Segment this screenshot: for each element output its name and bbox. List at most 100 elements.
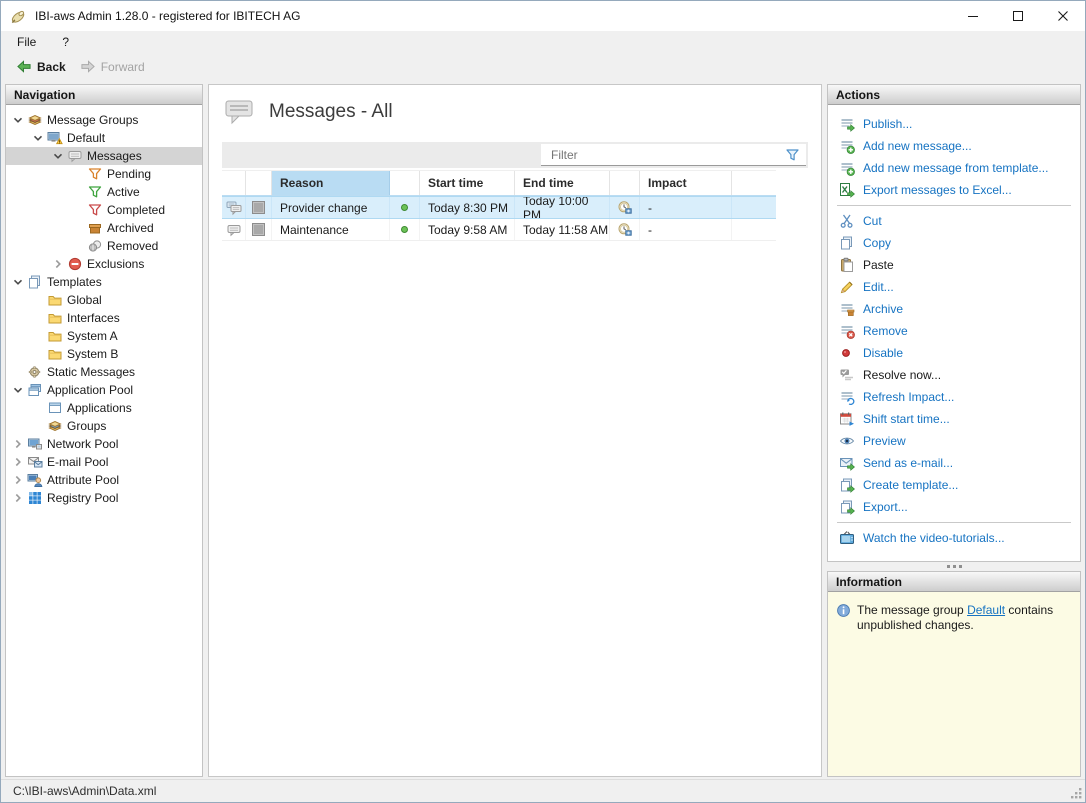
- column-header-start-time[interactable]: Start time: [420, 171, 515, 195]
- messages-table: Reason Start timeEnd time Impact Provider …: [222, 170, 776, 241]
- tree-item-attribute-pool[interactable]: Attribute Pool: [6, 471, 202, 489]
- tree-item-applications[interactable]: Applications: [6, 399, 202, 417]
- action-label: Archive: [863, 302, 903, 316]
- action-preview[interactable]: Preview: [828, 430, 1080, 452]
- chevron-right-icon[interactable]: [10, 436, 26, 452]
- tree-item-groups[interactable]: Groups: [6, 417, 202, 435]
- action-watch-the-video-tutorials[interactable]: Watch the video-tutorials...: [828, 527, 1080, 549]
- menu-item-file[interactable]: File: [7, 33, 46, 51]
- clock-schedule-icon: [616, 222, 634, 238]
- action-label: Preview: [863, 434, 906, 448]
- minimize-button[interactable]: [950, 1, 995, 31]
- tree-item-system-b[interactable]: System B: [6, 345, 202, 363]
- export-excel-icon: [838, 182, 856, 198]
- tree-item-label: Templates: [44, 275, 102, 289]
- row-filler: [732, 197, 776, 218]
- status-cell: [390, 219, 420, 240]
- menu-item-help[interactable]: ?: [52, 33, 79, 51]
- tree-item-exclusions[interactable]: Exclusions: [6, 255, 202, 273]
- tree-item-message-groups[interactable]: Message Groups: [6, 111, 202, 129]
- tree-item-registry-pool[interactable]: Registry Pool: [6, 489, 202, 507]
- tree-item-templates[interactable]: Templates: [6, 273, 202, 291]
- action-disable[interactable]: Disable: [828, 342, 1080, 364]
- action-export-messages-to-excel[interactable]: Export messages to Excel...: [828, 179, 1080, 201]
- message-type-cell: [222, 197, 246, 218]
- back-button[interactable]: Back: [9, 57, 73, 76]
- column-header-impact[interactable]: Impact: [640, 171, 732, 195]
- tree-item-active[interactable]: Active: [6, 183, 202, 201]
- action-shift-start-time[interactable]: Shift start time...: [828, 408, 1080, 430]
- column-header-end-time[interactable]: End time: [515, 171, 610, 195]
- tree-item-removed[interactable]: Removed: [6, 237, 202, 255]
- tree-item-completed[interactable]: Completed: [6, 201, 202, 219]
- action-add-new-message-from-template[interactable]: Add new message from template...: [828, 157, 1080, 179]
- chevron-down-icon[interactable]: [50, 148, 66, 164]
- column-header-blank[interactable]: [222, 171, 246, 195]
- tree-item-label: Exclusions: [84, 257, 144, 271]
- back-label: Back: [37, 60, 66, 74]
- refresh-impact-icon: [838, 389, 856, 405]
- tree-item-default[interactable]: Default: [6, 129, 202, 147]
- tree-item-static-messages[interactable]: Static Messages: [6, 363, 202, 381]
- tree-item-system-a[interactable]: System A: [6, 327, 202, 345]
- tree-item-interfaces[interactable]: Interfaces: [6, 309, 202, 327]
- tree-item-archived[interactable]: Archived: [6, 219, 202, 237]
- tree-item-label: Registry Pool: [44, 491, 118, 505]
- actions-separator: [837, 522, 1071, 523]
- filter-funnel-icon[interactable]: [784, 147, 802, 163]
- close-button[interactable]: [1040, 1, 1085, 31]
- column-header-blank[interactable]: [246, 171, 272, 195]
- column-header-reason[interactable]: Reason: [272, 171, 390, 195]
- application-pool-icon: [26, 382, 44, 398]
- table-header-row: Reason Start timeEnd time Impact: [222, 170, 776, 196]
- chevron-right-icon[interactable]: [10, 472, 26, 488]
- tree-item-application-pool[interactable]: Application Pool: [6, 381, 202, 399]
- default-group-link[interactable]: Default: [967, 603, 1005, 617]
- action-refresh-impact[interactable]: Refresh Impact...: [828, 386, 1080, 408]
- column-header-blank[interactable]: [390, 171, 420, 195]
- filter-input[interactable]: [541, 145, 784, 165]
- chevron-right-icon[interactable]: [10, 454, 26, 470]
- exclusions-icon: [66, 256, 84, 272]
- action-remove[interactable]: Remove: [828, 320, 1080, 342]
- action-archive[interactable]: Archive: [828, 298, 1080, 320]
- column-header-blank[interactable]: [610, 171, 640, 195]
- chevron-right-icon[interactable]: [10, 490, 26, 506]
- action-add-new-message[interactable]: Add new message...: [828, 135, 1080, 157]
- action-label: Watch the video-tutorials...: [863, 531, 1005, 545]
- action-paste[interactable]: Paste: [828, 254, 1080, 276]
- maximize-button[interactable]: [995, 1, 1040, 31]
- chevron-down-icon[interactable]: [10, 112, 26, 128]
- tree-item-label: Active: [104, 185, 140, 199]
- color-square: [252, 223, 265, 236]
- tree-item-pending[interactable]: Pending: [6, 165, 202, 183]
- action-create-template[interactable]: Create template...: [828, 474, 1080, 496]
- chevron-down-icon[interactable]: [10, 274, 26, 290]
- resize-grip[interactable]: [1070, 787, 1083, 800]
- chevron-down-icon[interactable]: [30, 130, 46, 146]
- action-label: Disable: [863, 346, 903, 360]
- table-row-provider-change[interactable]: Provider changeToday 8:30 PMToday 10:00 …: [222, 196, 776, 219]
- tree-item-global[interactable]: Global: [6, 291, 202, 309]
- action-copy[interactable]: Copy: [828, 232, 1080, 254]
- action-cut[interactable]: Cut: [828, 210, 1080, 232]
- tree-item-label: Messages: [84, 149, 142, 163]
- table-row-maintenance[interactable]: MaintenanceToday 9:58 AMToday 11:58 AM-: [222, 219, 776, 241]
- action-send-as-e-mail[interactable]: Send as e-mail...: [828, 452, 1080, 474]
- message-groups-icon: [26, 112, 44, 128]
- tree-item-e-mail-pool[interactable]: E-mail Pool: [6, 453, 202, 471]
- action-edit[interactable]: Edit...: [828, 276, 1080, 298]
- folder-icon: [46, 310, 64, 326]
- titlebar: IBI-aws Admin 1.28.0 - registered for IB…: [1, 1, 1085, 31]
- action-export[interactable]: Export...: [828, 496, 1080, 518]
- panel-splitter-handle[interactable]: [827, 562, 1081, 571]
- start-time-cell: Today 8:30 PM: [420, 197, 515, 218]
- action-publish[interactable]: Publish...: [828, 113, 1080, 135]
- chevron-down-icon[interactable]: [10, 382, 26, 398]
- removed-icon: [86, 238, 104, 254]
- tree-item-network-pool[interactable]: Network Pool: [6, 435, 202, 453]
- tree-item-messages[interactable]: Messages: [6, 147, 202, 165]
- chevron-right-icon[interactable]: [50, 256, 66, 272]
- forward-button[interactable]: Forward: [73, 57, 152, 76]
- action-resolve-now[interactable]: Resolve now...: [828, 364, 1080, 386]
